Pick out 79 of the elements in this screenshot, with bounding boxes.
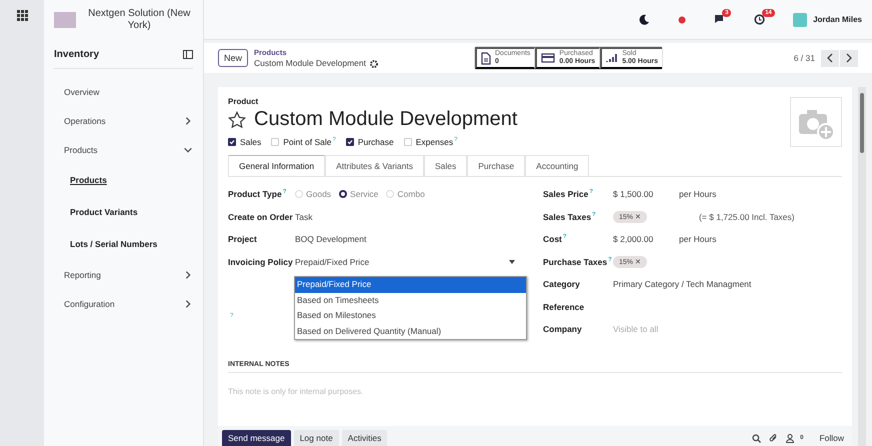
tab[interactable]: Attributes & Variants	[325, 155, 424, 176]
checkbox[interactable]	[228, 138, 236, 146]
checkbox[interactable]	[346, 138, 354, 146]
follow-button[interactable]: Follow	[819, 433, 844, 443]
menu-item[interactable]: Products	[54, 135, 193, 164]
submenu-item[interactable]: Product Variants	[54, 196, 193, 228]
menu-item[interactable]: Reporting	[54, 260, 193, 289]
radio-option[interactable]: Goods	[295, 189, 332, 200]
unit-label: per Hours	[679, 234, 716, 244]
chatter-button[interactable]: Send message	[222, 430, 291, 446]
select-field[interactable]: Prepaid/Fixed Price	[295, 256, 515, 267]
field-label: Purchase Taxes$^{?}$	[543, 256, 613, 267]
menu-item[interactable]: Configuration	[54, 289, 193, 318]
chevron-right-icon	[845, 53, 853, 63]
chatter-button[interactable]: Activities	[342, 430, 388, 446]
field-label: Reference	[543, 302, 586, 312]
tab[interactable]: Purchase	[467, 155, 526, 176]
signal-bars-icon	[606, 53, 618, 63]
paperclip-icon[interactable]	[769, 434, 778, 442]
app-title: Inventory	[54, 48, 100, 60]
follower-count: 0	[800, 435, 804, 441]
scrollbar[interactable]	[858, 87, 866, 446]
app-grid-icon[interactable]	[16, 10, 28, 21]
field-label: Category	[543, 279, 581, 290]
pager-counter: 6 / 31	[794, 53, 815, 63]
submenu-item[interactable]: Products	[54, 164, 193, 196]
moon-icon[interactable]	[639, 14, 650, 25]
field-value[interactable]: $ 1,500.00	[613, 189, 679, 200]
chevron-left-icon	[826, 53, 834, 63]
person-icon[interactable]	[786, 434, 794, 442]
menu-item[interactable]: Operations	[54, 106, 193, 135]
gear-icon[interactable]	[370, 60, 378, 68]
status-dot-icon[interactable]	[678, 16, 686, 24]
logo-placeholder	[54, 12, 76, 28]
chatter-button[interactable]: Log note	[294, 430, 339, 446]
radio-option[interactable]: Combo	[386, 189, 425, 200]
checkbox-label: Point of Sale$^{?}$	[283, 137, 336, 147]
search-icon[interactable]	[752, 434, 762, 442]
dropdown-option[interactable]: Based on Milestones	[295, 308, 526, 324]
field-value[interactable]: Primary Category / Tech Managment	[613, 279, 752, 290]
tax-note: (= $ 1,725.00 Incl. Taxes)	[698, 212, 794, 222]
field-label: Cost$^{?}$	[543, 234, 568, 244]
sidebar-toggle-icon[interactable]	[183, 50, 193, 58]
tab[interactable]: Sales	[424, 155, 468, 176]
field-value[interactable]: BOQ Development	[295, 234, 366, 244]
submenu-item[interactable]: Lots / Serial Numbers	[54, 228, 193, 260]
unit-label: per Hours	[679, 189, 716, 200]
field-label: Project	[228, 234, 258, 244]
field-label: Create on Order	[228, 212, 294, 222]
field-label: Product Type$^{?}$	[228, 189, 288, 200]
menu-item[interactable]: Overview	[54, 77, 193, 106]
tab[interactable]: General Information	[228, 155, 326, 176]
field-label: Company	[543, 324, 583, 334]
dropdown-option[interactable]: Based on Timesheets	[295, 292, 526, 308]
checkbox-label: Purchase	[358, 137, 394, 147]
credit-card-icon	[541, 53, 556, 63]
product-name[interactable]: Custom Module Development	[254, 108, 518, 131]
user-name[interactable]: Jordan Miles	[813, 15, 862, 24]
field-label: Sales Price$^{?}$	[543, 189, 594, 200]
radio-option[interactable]: Service	[339, 189, 378, 200]
field-label: Invoicing Policy	[228, 256, 294, 267]
new-button[interactable]: New	[218, 49, 248, 67]
record-name: Custom Module Development	[254, 58, 366, 69]
tab[interactable]: Accounting	[525, 155, 590, 176]
previous-button[interactable]	[821, 50, 839, 66]
field-value[interactable]: $ 2,000.00	[613, 234, 679, 244]
dropdown-option[interactable]: Prepaid/Fixed Price	[295, 277, 526, 292]
checkbox-label: Sales	[240, 137, 262, 147]
dropdown-option[interactable]: Based on Delivered Quantity (Manual)	[295, 324, 526, 339]
star-icon[interactable]	[228, 110, 246, 128]
company-name[interactable]: Nextgen Solution (New York)	[86, 8, 193, 32]
caret-icon	[509, 260, 515, 264]
form-caption: Product	[228, 97, 260, 106]
clock-icon[interactable]	[754, 14, 766, 25]
field-label: Sales Taxes$^{?}$	[543, 212, 597, 222]
next-button[interactable]	[840, 50, 858, 66]
checkbox-label: Expenses$^{?}$	[416, 137, 458, 147]
document-icon	[481, 52, 491, 64]
field-value[interactable]: Task	[295, 212, 312, 222]
